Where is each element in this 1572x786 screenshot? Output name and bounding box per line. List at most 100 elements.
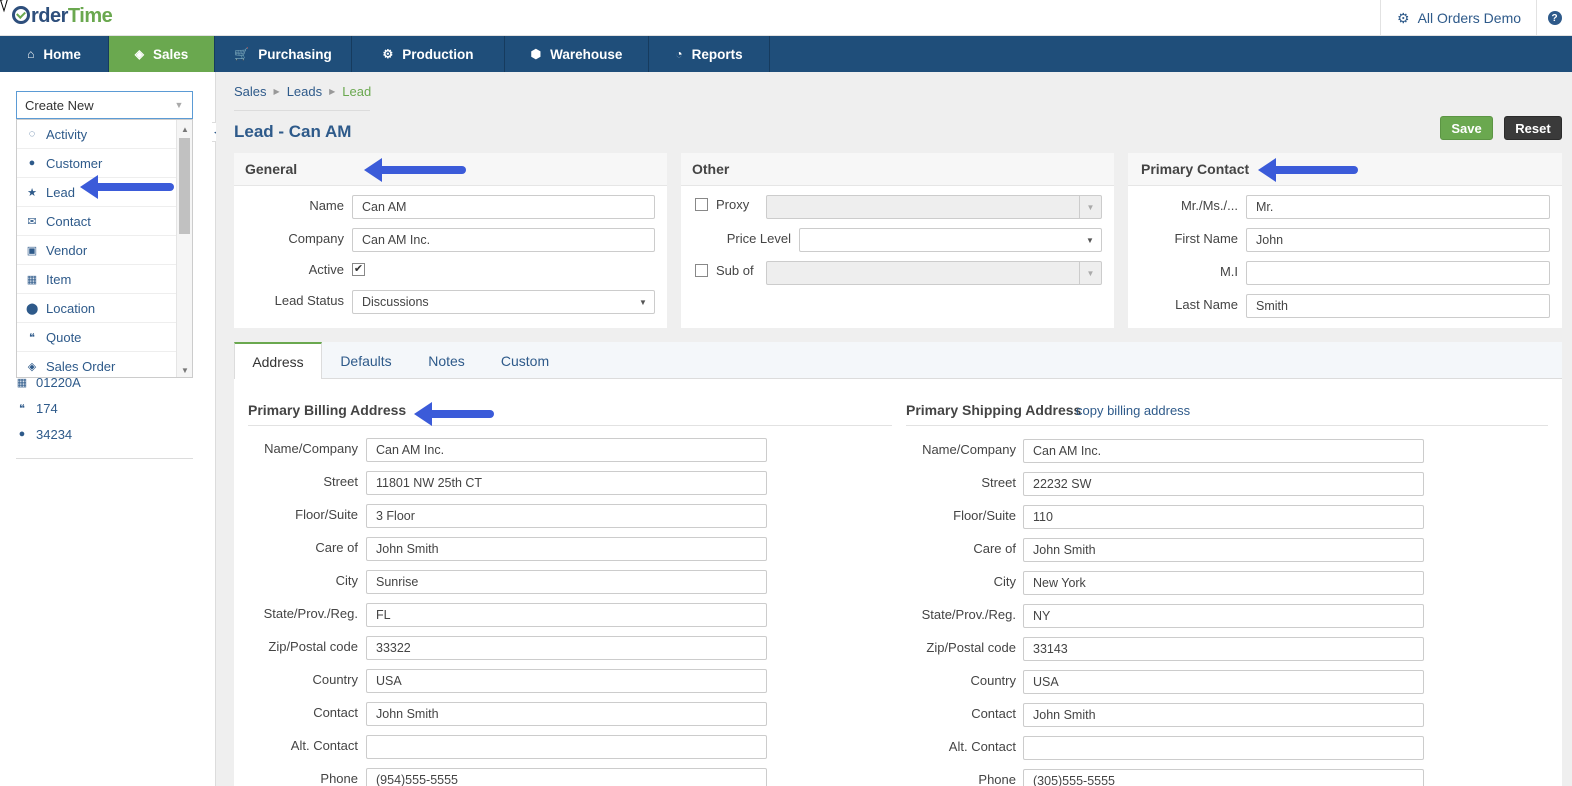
shipping-contact-label: Contact [971,706,1016,721]
billing-address-title: Primary Billing Address [248,402,407,418]
salutation-input[interactable]: Mr. [1246,195,1550,219]
menu-item-customer[interactable]: ● Customer [17,149,177,178]
tab-custom[interactable]: Custom [487,342,563,379]
scrollbar-thumb[interactable] [179,138,190,234]
ordertime-logo[interactable]: rderTime [12,5,113,28]
shipping-name-company-input[interactable]: Can AM Inc. [1023,439,1424,463]
breadcrumb: Sales ▶ Leads ▶ Lead [234,84,371,99]
billing-zip-input[interactable]: 33322 [366,636,767,660]
billing-state-input[interactable]: FL [366,603,767,627]
billing-city-label: City [335,573,358,588]
other-panel-title: Other [681,153,1114,186]
shipping-floor-suite-input[interactable]: 110 [1023,505,1424,529]
dropdown-scrollbar[interactable]: ▲ ▼ [176,120,192,377]
active-label: Active [308,262,344,277]
annotation-arrow-icon [80,175,174,199]
menu-item-label: Location [46,300,96,316]
shipping-floor-suite-label: Floor/Suite [953,508,1016,523]
menu-item-label: Vendor [46,242,88,258]
help-button[interactable]: ? [1536,0,1572,36]
lead-status-select[interactable]: Discussions ▼ [352,290,655,314]
tab-defaults[interactable]: Defaults [326,342,406,379]
reset-button[interactable]: Reset [1504,116,1562,140]
save-button[interactable]: Save [1440,116,1493,140]
proxy-label: Proxy [716,197,750,212]
company-input[interactable]: Can AM Inc. [352,228,655,252]
nav-home[interactable]: ⌂ Home [0,36,109,72]
shipping-care-of-input[interactable]: John Smith [1023,538,1424,562]
sub-of-select[interactable]: ▼ [766,261,1102,285]
billing-phone-input[interactable]: (954)555-5555 [366,768,767,786]
billing-state-label: State/Prov./Reg. [263,606,358,621]
last-name-label: Last Name [1175,297,1238,312]
billing-name-company-label: Name/Company [264,441,358,456]
name-label: Name [309,198,344,213]
shipping-city-input[interactable]: New York [1023,571,1424,595]
create-new-select[interactable]: Create New ▼ [16,91,193,119]
recent-item[interactable]: ● 34234 [16,425,193,443]
menu-item-label: Item [46,271,72,287]
shipping-country-input[interactable]: USA [1023,670,1424,694]
name-input[interactable]: Can AM [352,195,655,219]
billing-floor-suite-input[interactable]: 3 Floor [366,504,767,528]
proxy-checkbox[interactable] [695,198,708,211]
star-icon: ★ [27,186,37,199]
proxy-select[interactable]: ▼ [766,195,1102,219]
chevron-down-icon: ▼ [639,297,647,307]
scroll-up-icon[interactable]: ▲ [177,122,192,136]
quote-icon: ❝ [19,402,25,415]
tag-icon: ◈ [134,47,144,61]
shipping-country-label: Country [970,673,1016,688]
menu-item-activity[interactable]: ◌ Activity [17,120,177,149]
cogs-icon: ⚙ [382,47,394,61]
menu-item-label: Contact [46,213,91,229]
menu-item-contact[interactable]: ✉ Contact [17,207,177,236]
nav-warehouse[interactable]: ⬢ Warehouse [505,36,649,72]
shipping-state-input[interactable]: NY [1023,604,1424,628]
billing-contact-input[interactable]: John Smith [366,702,767,726]
menu-item-label: Quote [46,329,82,345]
tab-address[interactable]: Address [234,342,322,380]
shipping-zip-input[interactable]: 33143 [1023,637,1424,661]
breadcrumb-sales[interactable]: Sales [234,84,267,99]
shipping-contact-input[interactable]: John Smith [1023,703,1424,727]
menu-item-location[interactable]: ⬤ Location [17,294,177,323]
nav-sales[interactable]: ◈ Sales [109,36,215,72]
billing-alt-contact-input[interactable] [366,735,767,759]
recent-item[interactable]: ❝ 174 [16,399,193,417]
billing-city-input[interactable]: Sunrise [366,570,767,594]
active-checkbox[interactable]: ✔ [352,263,365,276]
caret-right-icon: ▶ [273,87,280,96]
billing-street-input[interactable]: 11801 NW 25th CT [366,471,767,495]
menu-item-item[interactable]: ▦ Item [17,265,177,294]
nav-sales-label: Sales [152,46,189,62]
company-label: Company [288,231,344,246]
menu-item-quote[interactable]: ❝ Quote [17,323,177,352]
billing-care-of-input[interactable]: John Smith [366,537,767,561]
billing-name-company-input[interactable]: Can AM Inc. [366,438,767,462]
annotation-arrow-icon [414,402,494,426]
middle-initial-label: M.I [1219,264,1238,279]
billing-country-input[interactable]: USA [366,669,767,693]
first-name-input[interactable]: John [1246,228,1550,252]
tab-notes[interactable]: Notes [413,342,480,379]
menu-item-vendor[interactable]: ▣ Vendor [17,236,177,265]
nav-reports[interactable]: ◔ Reports [649,36,770,72]
last-name-input[interactable]: Smith [1246,294,1550,318]
breadcrumb-leads[interactable]: Leads [287,84,322,99]
account-menu[interactable]: ⚙ All Orders Demo [1380,0,1536,36]
copy-billing-address-link[interactable]: copy billing address [1076,403,1190,418]
tag-icon: ◈ [27,360,37,373]
nav-purchasing[interactable]: 🛒 Purchasing [215,36,352,72]
scroll-down-icon[interactable]: ▼ [177,363,192,377]
middle-initial-input[interactable] [1246,261,1550,285]
shipping-phone-input[interactable]: (305)555-5555 [1023,769,1424,786]
shipping-street-input[interactable]: 22232 SW [1023,472,1424,496]
nav-production[interactable]: ⚙ Production [352,36,505,72]
sub-of-checkbox[interactable] [695,264,708,277]
sub-of-label: Sub of [716,263,754,278]
billing-alt-contact-label: Alt. Contact [290,738,358,753]
shipping-alt-contact-input[interactable] [1023,736,1424,760]
menu-item-sales-order[interactable]: ◈ Sales Order [17,352,177,377]
price-level-select[interactable]: ▼ [799,228,1102,252]
